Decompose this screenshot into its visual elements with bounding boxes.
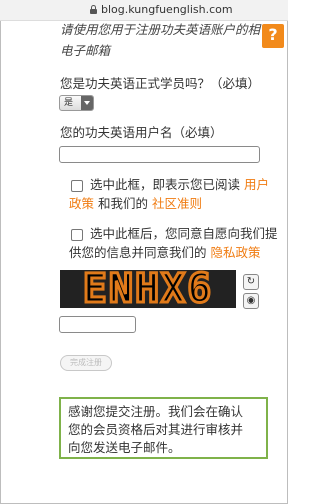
chevron-down-icon [81,96,93,110]
notice-line1: 感谢您提交注册。我们会在确认 [68,404,244,419]
privacy-line1: 选中此框后，您同意自愿向我们提 [90,226,278,241]
question-icon[interactable]: ? [262,24,284,48]
notice-line3: 向您发送电子邮件。 [68,440,181,455]
terms-line1: 选中此框，即表示您已阅读 用户 [90,177,270,192]
student-question-label: 您是功夫英语正式学员吗？（必填） [60,76,261,91]
privacy-policy-link[interactable]: 隐私政策 [211,245,261,260]
captcha-code: ENHX6 [81,270,214,308]
user-policy-link[interactable]: 用户 [244,177,269,192]
terms-checkbox[interactable] [71,180,83,192]
url-text: blog.kungfuenglish.com [101,3,233,16]
captcha-image: ENHX6 [60,270,236,308]
address-bar[interactable]: blog.kungfuenglish.com [0,0,288,21]
community-guidelines-link[interactable]: 社区准则 [152,196,202,211]
lock-icon [90,5,97,14]
privacy-line2: 供您的信息并同意我们的 隐私政策 [69,245,261,260]
terms-line2: 政策 和我们的 社区准则 [69,196,203,211]
student-select[interactable]: 是 [59,95,94,111]
user-policy-link-cont[interactable]: 政策 [69,196,94,211]
captcha-input[interactable] [59,316,136,333]
username-label: 您的功夫英语用户名（必填） [60,125,223,140]
notice-line2: 您的会员资格后对其进行审核并 [68,422,244,437]
privacy-checkbox[interactable] [71,229,83,241]
refresh-icon[interactable]: ↻ [243,274,259,290]
email-hint-line1: 请使用您用于注册功夫英语账户的相 [60,22,261,37]
audio-icon[interactable]: ◉ [243,293,259,309]
username-input[interactable] [59,146,260,163]
email-hint-line2: 电子邮箱 [60,43,111,58]
thank-you-notice: 感谢您提交注册。我们会在确认 您的会员资格后对其进行审核并 向您发送电子邮件。 [59,397,268,459]
student-select-value: 是 [64,98,74,108]
submit-button[interactable]: 完成注册 [60,355,112,371]
